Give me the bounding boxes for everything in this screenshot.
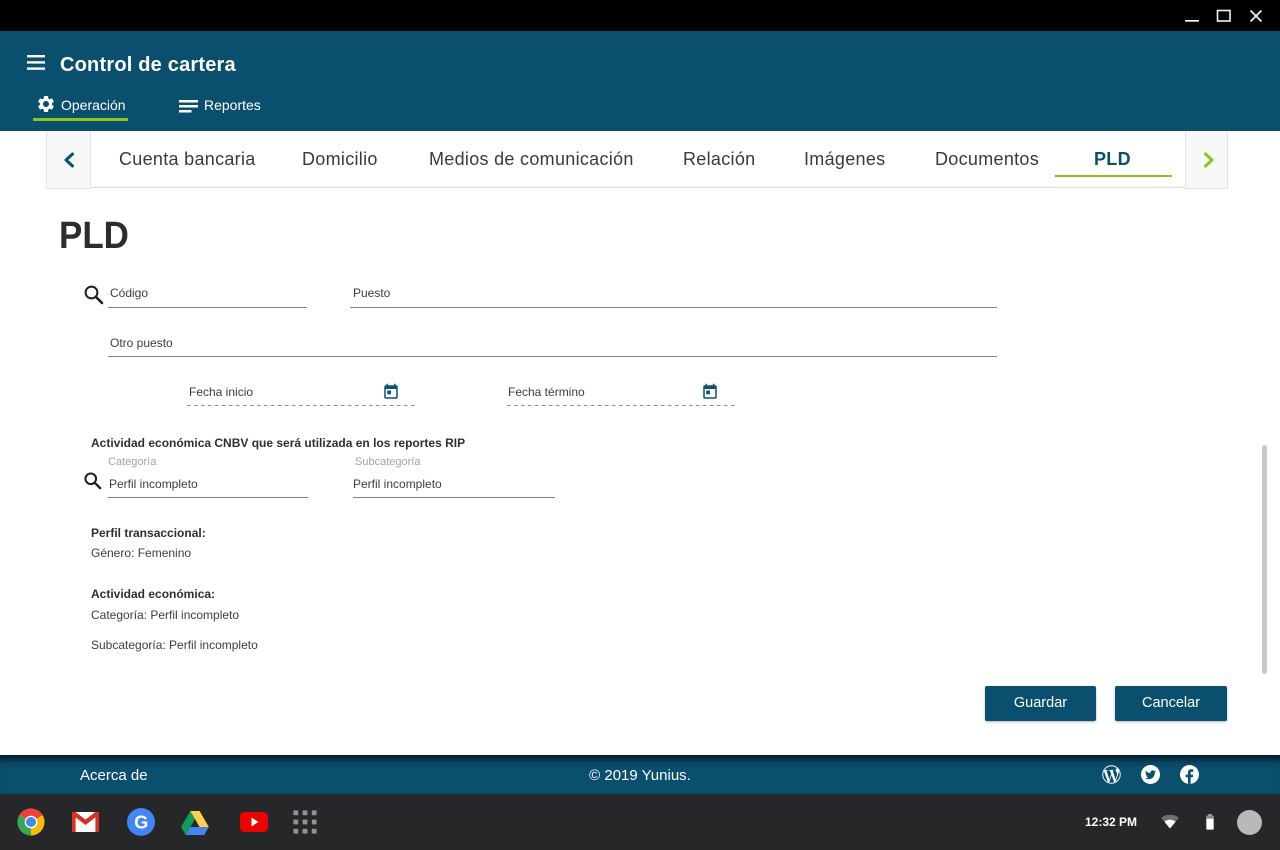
svg-text:G: G [134, 813, 148, 833]
